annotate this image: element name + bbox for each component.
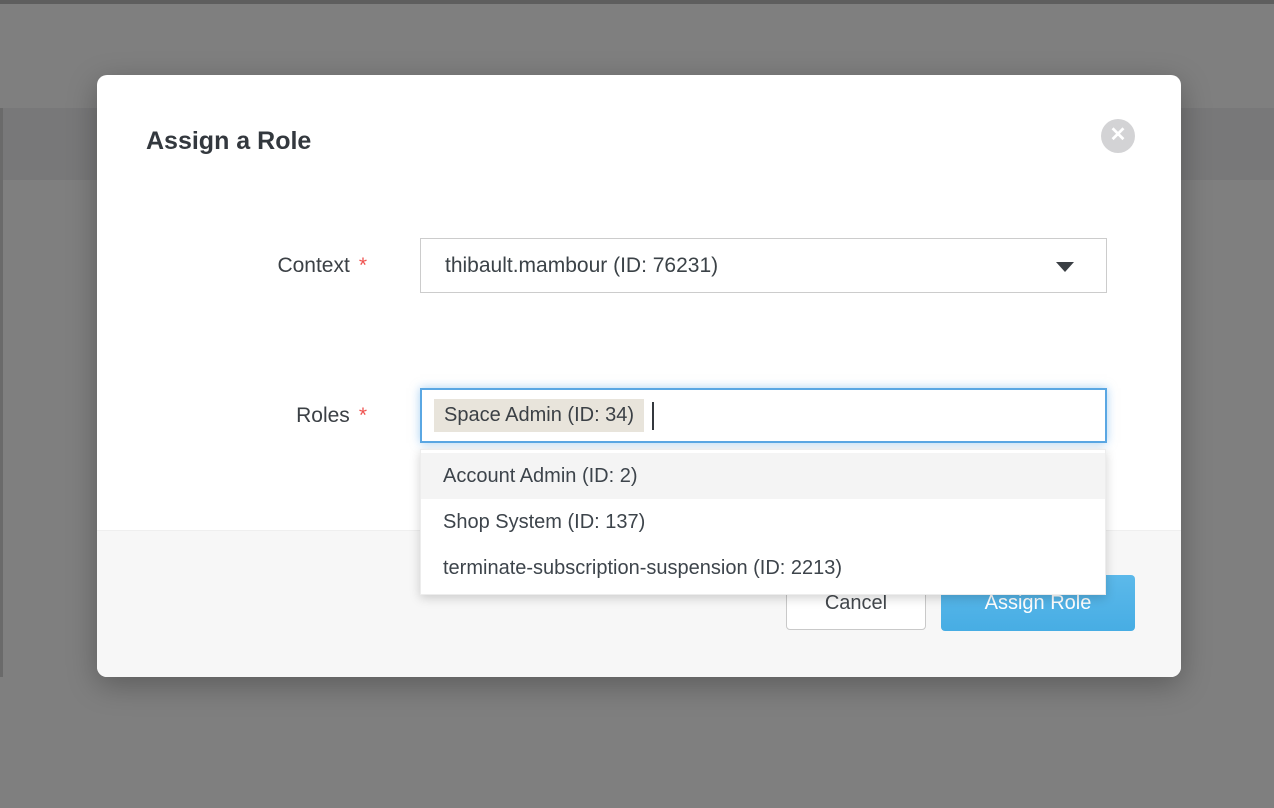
assign-role-modal: Assign a Role ✕ Context* thibault.mambou… [97,75,1181,677]
dropdown-option-terminate-subscription[interactable]: terminate-subscription-suspension (ID: 2… [421,545,1105,591]
backdrop-top-strip [0,0,1274,4]
dropdown-option-account-admin[interactable]: Account Admin (ID: 2) [421,453,1105,499]
close-button[interactable]: ✕ [1101,119,1135,153]
roles-token-input[interactable]: Space Admin (ID: 34) [420,388,1107,443]
context-select-value: thibault.mambour (ID: 76231) [445,254,718,278]
text-cursor [652,402,654,430]
context-label: Context* [97,238,367,293]
role-token[interactable]: Space Admin (ID: 34) [434,399,644,432]
required-asterisk: * [359,404,367,427]
roles-label: Roles* [97,388,367,443]
dropdown-option-shop-system[interactable]: Shop System (ID: 137) [421,499,1105,545]
roles-dropdown: Account Admin (ID: 2) Shop System (ID: 1… [420,449,1106,595]
required-asterisk: * [359,254,367,277]
close-icon: ✕ [1110,125,1127,145]
chevron-down-icon [1056,262,1074,272]
context-select[interactable]: thibault.mambour (ID: 76231) [420,238,1107,293]
backdrop-left-edge [0,108,3,677]
modal-title: Assign a Role [146,125,311,157]
